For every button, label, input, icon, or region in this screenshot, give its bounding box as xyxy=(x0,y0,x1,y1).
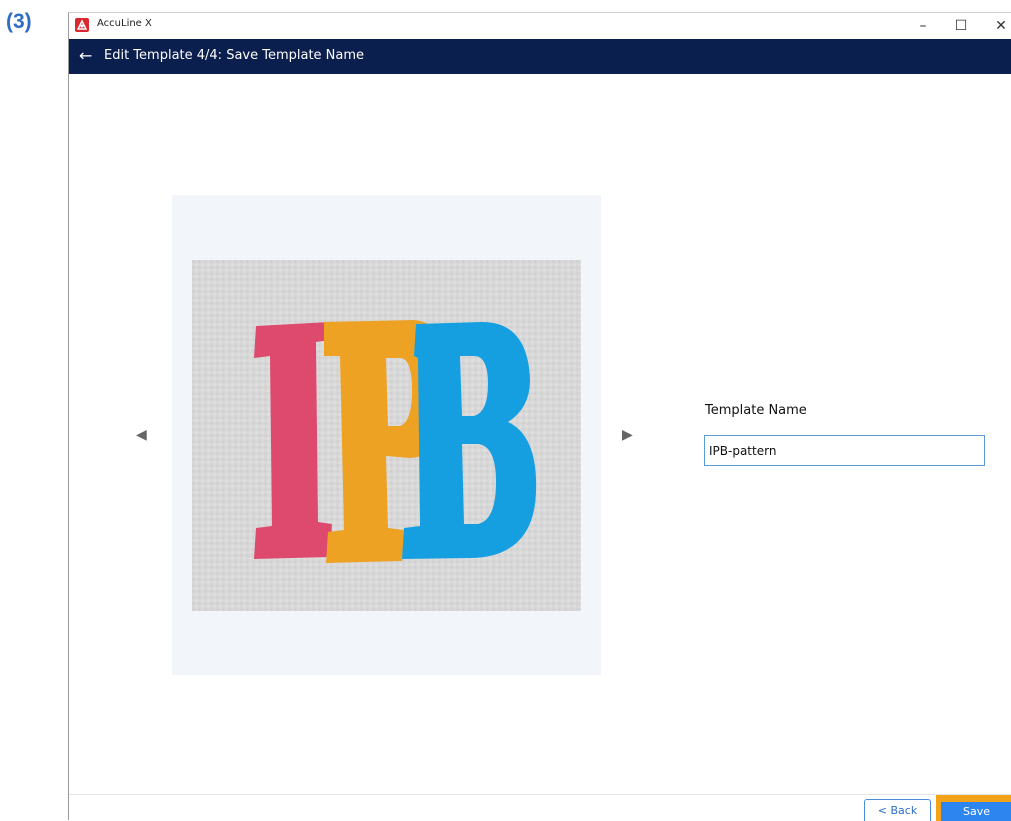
maximize-button[interactable]: ☐ xyxy=(941,13,981,38)
page-title: Edit Template 4/4: Save Template Name xyxy=(104,48,365,63)
minimize-button[interactable]: – xyxy=(903,13,943,38)
footer-divider xyxy=(69,794,1011,795)
app-title: AccuLine X xyxy=(97,18,152,29)
template-name-label: Template Name xyxy=(705,403,807,418)
template-name-input[interactable] xyxy=(704,435,985,466)
app-window: AccuLine X – ☐ ✕ ← Edit Template 4/4: Sa… xyxy=(68,12,1011,821)
app-logo-icon xyxy=(75,18,89,32)
close-button[interactable]: ✕ xyxy=(981,13,1011,38)
back-button[interactable]: < Back xyxy=(864,799,931,821)
template-preview-image xyxy=(192,260,581,611)
page-header: ← Edit Template 4/4: Save Template Name xyxy=(69,39,1011,74)
previous-arrow-icon[interactable]: ◀ xyxy=(136,427,147,443)
template-preview-panel xyxy=(172,195,601,675)
save-button[interactable]: Save xyxy=(941,802,1011,821)
save-button-highlight: Save xyxy=(936,795,1011,821)
figure-label: (3) xyxy=(6,10,32,33)
title-bar: AccuLine X – ☐ ✕ xyxy=(69,13,1011,38)
back-arrow-icon[interactable]: ← xyxy=(79,46,92,65)
next-arrow-icon[interactable]: ▶ xyxy=(622,427,633,443)
